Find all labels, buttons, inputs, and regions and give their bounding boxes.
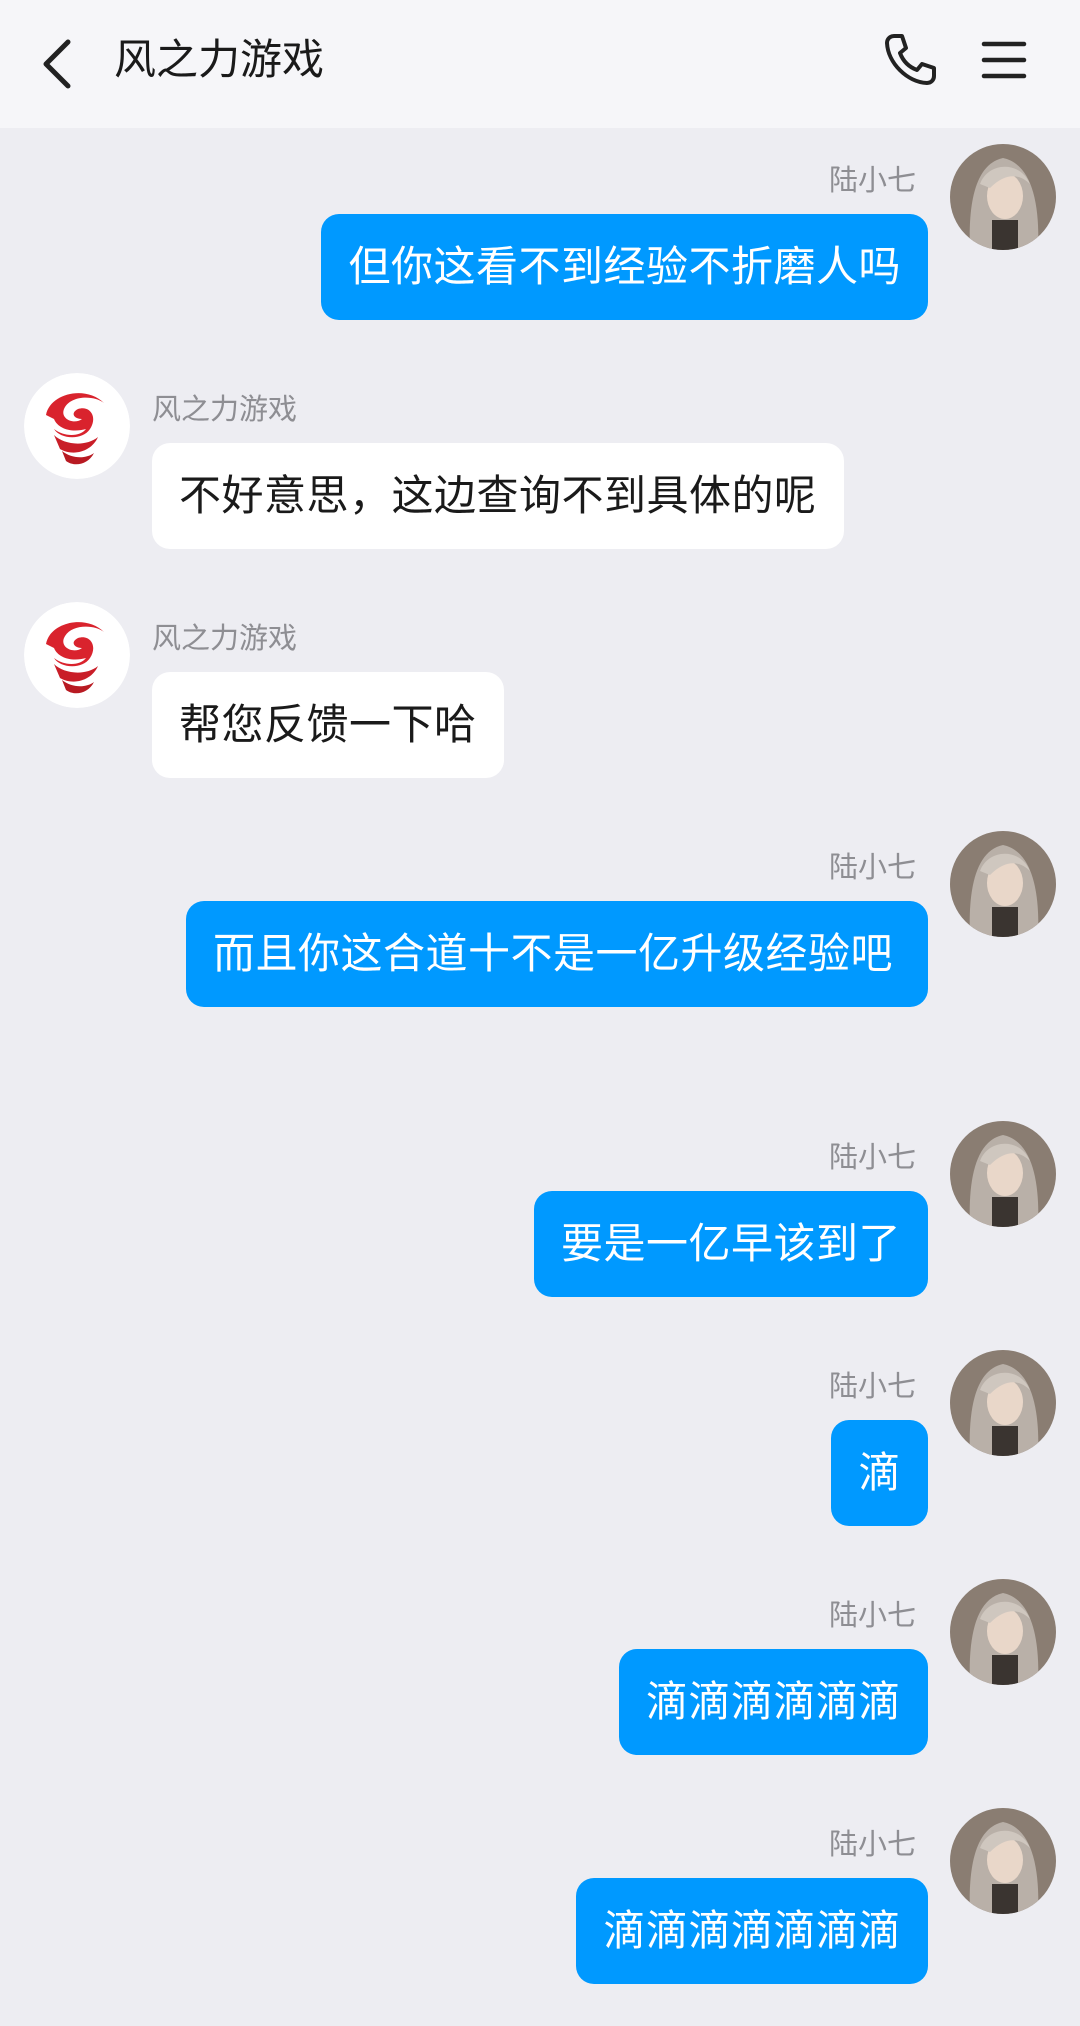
menu-icon [981,41,1027,79]
anime-girl-avatar-icon [950,1579,1056,1685]
message-bubble[interactable]: 不好意思，这边查询不到具体的呢 [152,443,844,549]
sender-name: 陆小七 [828,1598,916,1632]
chevron-left-icon [43,39,71,89]
user-avatar[interactable] [950,1579,1056,1685]
message-bubble[interactable]: 要是一亿早该到了 [533,1191,928,1297]
sender-name: 陆小七 [828,163,916,197]
message-bubble[interactable]: 但你这看不到经验不折磨人吗 [321,214,928,320]
anime-girl-avatar-icon [950,1121,1056,1227]
contact-avatar[interactable] [24,373,130,479]
message-bubble[interactable]: 帮您反馈一下哈 [152,672,504,778]
user-avatar[interactable] [950,144,1056,250]
chat-screen: 风之力游戏 陆小七 但你这看不到经验不折磨人吗 风之力游戏 不好意思，这边查询不… [0,0,1080,2026]
red-swirl-logo-icon [24,602,130,708]
sender-name: 风之力游戏 [152,621,298,655]
message-bubble[interactable]: 滴 [831,1420,928,1526]
sender-name: 风之力游戏 [152,392,298,426]
message-bubble[interactable]: 滴滴滴滴滴滴 [618,1649,928,1755]
anime-girl-avatar-icon [950,1350,1056,1456]
chat-header: 风之力游戏 [0,0,1080,128]
sender-name: 陆小七 [828,1827,916,1861]
sender-name: 陆小七 [828,850,916,884]
back-button[interactable] [36,34,80,94]
call-button[interactable] [880,30,940,90]
user-avatar[interactable] [950,1121,1056,1227]
message-bubble[interactable]: 而且你这合道十不是一亿升级经验吧 [186,901,928,1007]
menu-button[interactable] [980,36,1028,84]
sender-name: 陆小七 [828,1369,916,1403]
user-avatar[interactable] [950,1350,1056,1456]
anime-girl-avatar-icon [950,1808,1056,1914]
chat-title: 风之力游戏 [114,35,325,84]
contact-avatar[interactable] [24,602,130,708]
user-avatar[interactable] [950,831,1056,937]
sender-name: 陆小七 [828,1140,916,1174]
anime-girl-avatar-icon [950,144,1056,250]
user-avatar[interactable] [950,1808,1056,1914]
anime-girl-avatar-icon [950,831,1056,937]
message-bubble[interactable]: 滴滴滴滴滴滴滴 [576,1878,928,1984]
red-swirl-logo-icon [24,373,130,479]
phone-icon [885,34,936,85]
